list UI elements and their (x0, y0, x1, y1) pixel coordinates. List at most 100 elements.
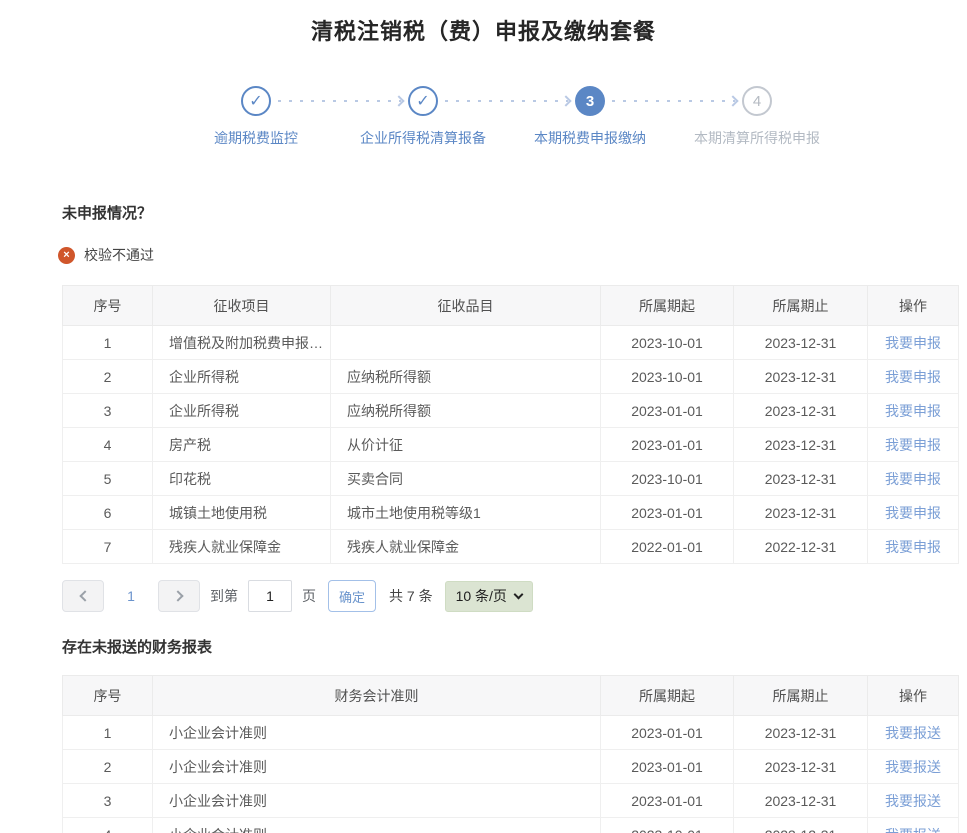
financial-statements-table: 序号财务会计准则所属期起所属期止操作 1小企业会计准则2023-01-01202… (62, 675, 959, 833)
validation-status-text: 校验不通过 (84, 245, 154, 265)
step-connector (445, 100, 568, 102)
undeclared-section-heading: 未申报情况？ (62, 202, 967, 223)
submit-report-link[interactable]: 我要报送 (885, 725, 941, 741)
table-cell: 2023-12-31 (734, 394, 868, 428)
table-row: 4小企业会计准则2023-10-012023-12-31我要报送 (63, 818, 959, 833)
table-cell: 2023-10-01 (601, 326, 734, 360)
table-cell: 城镇土地使用税 (153, 496, 331, 530)
table-row: 3企业所得税应纳税所得额2023-01-012023-12-31我要申报 (63, 394, 959, 428)
submit-report-link[interactable]: 我要报送 (885, 793, 941, 809)
table-cell: 小企业会计准则 (153, 784, 601, 818)
arrow-right-icon (393, 95, 404, 106)
table-cell: 2023-10-01 (601, 818, 734, 833)
declare-link[interactable]: 我要申报 (885, 437, 941, 453)
action-cell: 我要申报 (868, 428, 959, 462)
table-cell: 1 (63, 326, 153, 360)
step-label-income-tax-liquidation-filing: 企业所得税清算报备 (338, 128, 508, 148)
next-page-button[interactable] (158, 580, 200, 612)
table-cell: 7 (63, 530, 153, 564)
page-title: 清税注销税（费）申报及缴纳套餐 (0, 0, 967, 46)
table-cell: 2023-12-31 (734, 326, 868, 360)
action-cell: 我要报送 (868, 716, 959, 750)
table-cell: 企业所得税 (153, 360, 331, 394)
submit-report-link[interactable]: 我要报送 (885, 759, 941, 775)
table-cell: 2023-01-01 (601, 750, 734, 784)
table-row: 3小企业会计准则2023-01-012023-12-31我要报送 (63, 784, 959, 818)
validation-status: × 校验不通过 (58, 245, 967, 265)
table-row: 1增值税及附加税费申报表... 2023-10-012023-12-31 我要申报 (63, 326, 959, 360)
table-cell: 2023-01-01 (601, 394, 734, 428)
check-icon: ✓ (416, 91, 429, 111)
table-cell: 2022-01-01 (601, 530, 734, 564)
column-header: 所属期起 (601, 676, 734, 716)
column-header: 所属期止 (734, 286, 868, 326)
table-row: 6城镇土地使用税城市土地使用税等级12023-01-012023-12-31我要… (63, 496, 959, 530)
column-header: 征收项目 (153, 286, 331, 326)
chevron-right-icon (172, 590, 183, 601)
table-cell: 印花税 (153, 462, 331, 496)
unsubmitted-statements-heading: 存在未报送的财务报表 (62, 636, 967, 657)
action-cell: 我要报送 (868, 784, 959, 818)
declare-link[interactable]: 我要申报 (885, 369, 941, 385)
chevron-left-icon (79, 590, 90, 601)
table-cell: 房产税 (153, 428, 331, 462)
step-connector (612, 100, 735, 102)
step-number: 3 (586, 93, 594, 110)
table-header-row: 序号财务会计准则所属期起所属期止操作 (63, 676, 959, 716)
table-row: 4房产税从价计征2023-01-012023-12-31我要申报 (63, 428, 959, 462)
table-cell: 2023-01-01 (601, 716, 734, 750)
prev-page-button[interactable] (62, 580, 104, 612)
table-cell: 2023-12-31 (734, 462, 868, 496)
table-cell: 6 (63, 496, 153, 530)
action-cell: 我要申报 (868, 360, 959, 394)
table-cell: 增值税及附加税费申报表... (153, 326, 331, 360)
table-row: 7残疾人就业保障金残疾人就业保障金2022-01-012022-12-31我要申… (63, 530, 959, 564)
table-cell: 2023-01-01 (601, 428, 734, 462)
table-cell: 2022-12-31 (734, 530, 868, 564)
page-input[interactable] (248, 580, 292, 612)
table-header-row: 序号征收项目征收品目所属期起所属期止操作 (63, 286, 959, 326)
table-cell: 买卖合同 (331, 462, 601, 496)
table-cell: 2023-01-01 (601, 496, 734, 530)
arrow-right-icon (560, 95, 571, 106)
column-header: 操作 (868, 286, 959, 326)
action-cell: 我要申报 (868, 394, 959, 428)
declare-link[interactable]: 我要申报 (885, 471, 941, 487)
submit-report-link[interactable]: 我要报送 (885, 827, 941, 833)
table-cell: 3 (63, 394, 153, 428)
table-row: 2企业所得税应纳税所得额2023-10-012023-12-31我要申报 (63, 360, 959, 394)
arrow-right-icon (727, 95, 738, 106)
action-cell: 我要报送 (868, 750, 959, 784)
table-cell: 2023-12-31 (734, 818, 868, 833)
table-cell: 1 (63, 716, 153, 750)
table-cell: 残疾人就业保障金 (153, 530, 331, 564)
table-cell: 2023-12-31 (734, 716, 868, 750)
table-cell: 残疾人就业保障金 (331, 530, 601, 564)
table-cell: 应纳税所得额 (331, 360, 601, 394)
error-icon: × (58, 247, 75, 264)
action-cell: 我要申报 (868, 326, 959, 360)
declare-link[interactable]: 我要申报 (885, 505, 941, 521)
table-cell: 3 (63, 784, 153, 818)
confirm-button[interactable]: 确定 (328, 580, 376, 612)
page-size-value: 10 条/页 (456, 586, 507, 606)
step-label-current-tax-declaration-payment: 本期税费申报缴纳 (505, 128, 675, 148)
undeclared-tax-table: 序号征收项目征收品目所属期起所属期止操作 1增值税及附加税费申报表... 2023… (62, 285, 959, 564)
column-header: 征收品目 (331, 286, 601, 326)
progress-stepper: ✓ ✓ 3 4 逾期税费监控 企业所得税清算报备 本期税费申报缴纳 本期清算所得… (0, 86, 967, 152)
column-header: 所属期止 (734, 676, 868, 716)
page-size-select[interactable]: 10 条/页 (445, 581, 533, 612)
table-cell: 从价计征 (331, 428, 601, 462)
column-header: 序号 (63, 676, 153, 716)
declare-link[interactable]: 我要申报 (885, 403, 941, 419)
current-page-number[interactable]: 1 (104, 588, 158, 604)
action-cell: 我要报送 (868, 818, 959, 833)
table-cell: 2023-10-01 (601, 360, 734, 394)
table-cell: 应纳税所得额 (331, 394, 601, 428)
declare-link[interactable]: 我要申报 (885, 539, 941, 555)
declare-link[interactable]: 我要申报 (885, 335, 941, 351)
step-number: 4 (753, 93, 761, 110)
chevron-down-icon (513, 589, 523, 599)
step-label-overdue-tax-monitoring: 逾期税费监控 (171, 128, 341, 148)
goto-page-label: 到第 (210, 586, 238, 606)
